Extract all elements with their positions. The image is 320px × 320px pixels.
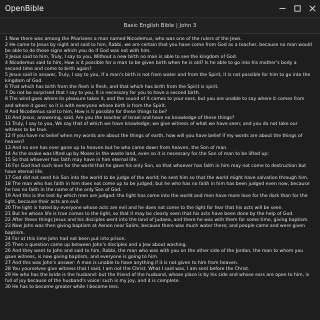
chapter-title: Basic English Bible | John 3 xyxy=(123,22,197,29)
window-controls xyxy=(278,5,316,13)
chapter-header: Basic English Bible | John 3 xyxy=(0,18,320,34)
verse-26: 26 And they went to John and said to him… xyxy=(5,248,304,260)
verse-11: 11 Truly, I say to you, We say that of w… xyxy=(5,121,298,133)
verse-29: 29 He who has the bride is the husband: … xyxy=(5,272,310,284)
verse-4: 4 Nicodemus said to him, How is it possi… xyxy=(5,61,297,73)
verse-19: 19 And this is the test by which men are… xyxy=(5,194,308,206)
verse-23: 23 Now John was then giving baptism at A… xyxy=(5,224,305,236)
verse-12: 12 If you have no belief when my words a… xyxy=(5,133,303,145)
verse-18: 18 The man who has faith in him does not… xyxy=(5,182,310,194)
verse-5: 5 Jesus said in answer, Truly, I say to … xyxy=(5,73,311,85)
app-title: OpenBible xyxy=(5,4,44,13)
verse-30: 30 He has to become greater while I beco… xyxy=(5,284,120,290)
title-bar[interactable]: OpenBible xyxy=(0,0,320,18)
verse-16: 16 For God had such love for the world t… xyxy=(5,163,307,176)
chapter-text[interactable]: 1 Now there was among the Pharisees a ma… xyxy=(0,34,320,320)
close-icon[interactable] xyxy=(308,5,316,13)
app-window: OpenBible Basic English Bible | John 3 1… xyxy=(0,0,320,320)
maximize-icon[interactable] xyxy=(293,5,301,13)
verse-2: 2 He came to Jesus by night and said to … xyxy=(5,43,312,55)
verse-8: 8 The wind goes where its pleasure takes… xyxy=(5,97,305,109)
minimize-icon[interactable] xyxy=(278,5,286,13)
